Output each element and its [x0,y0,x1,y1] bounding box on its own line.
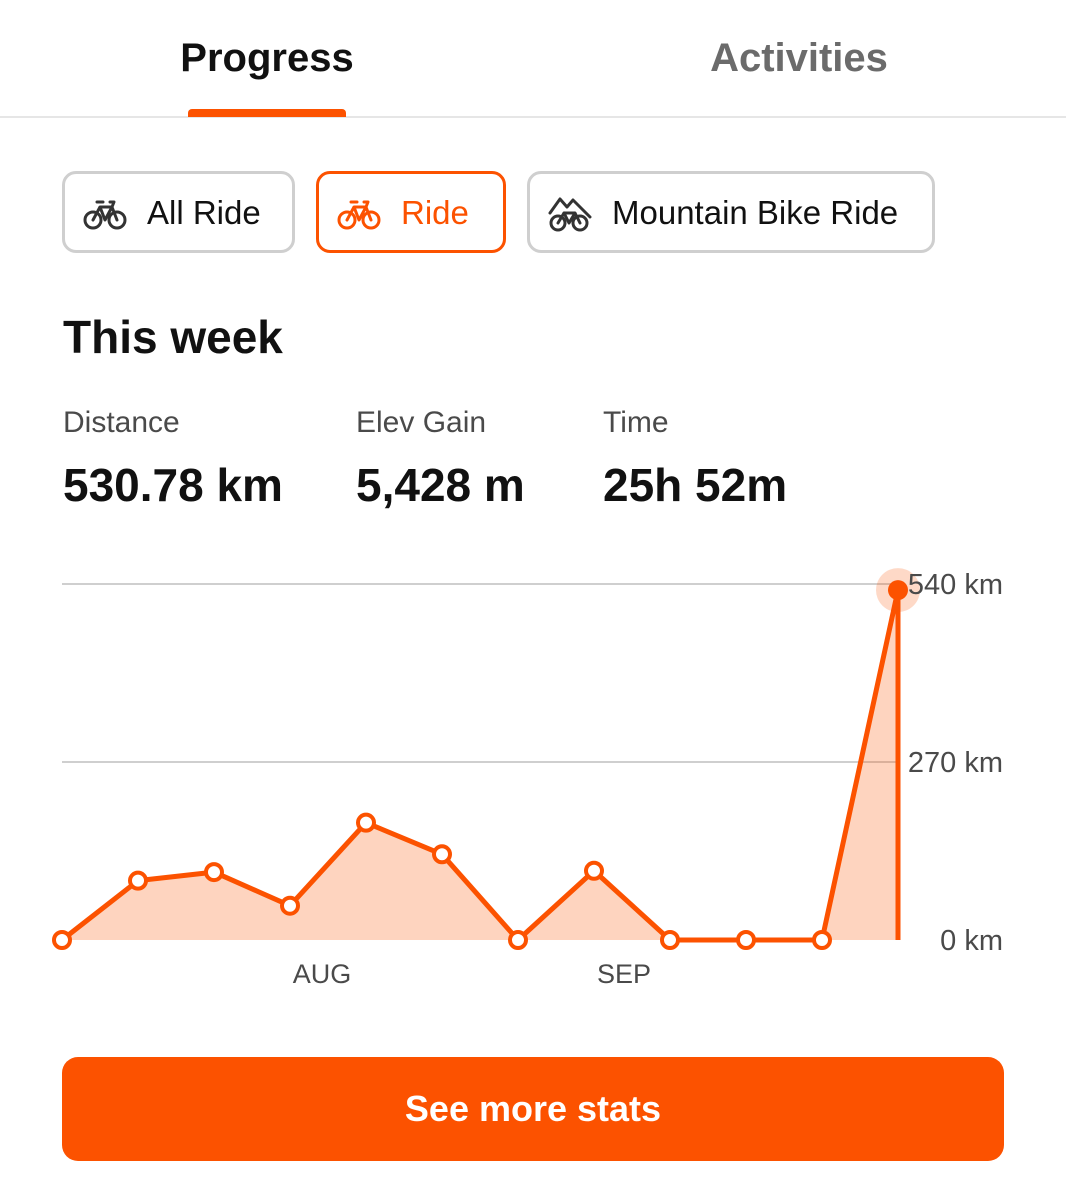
data-point [812,930,832,950]
tab-progress[interactable]: Progress [120,30,414,90]
x-tick-label: SEP [597,959,651,989]
filter-mountain-bike-ride-label: Mountain Bike Ride [612,194,899,231]
time-value: 25h 52m [603,459,788,511]
data-point [52,930,72,950]
filter-ride-button[interactable]: Ride [316,171,506,253]
time-label: Time [603,406,669,439]
y-tick-label: 270 km [908,747,1003,779]
data-point [432,844,452,865]
distance-value: 530.78 km [63,459,283,511]
filter-all-ride-label: All Ride [147,194,261,231]
tab-activities[interactable]: Activities [652,30,946,90]
elev-gain-label: Elev Gain [356,406,487,439]
distance-label: Distance [63,406,180,439]
x-tick-label: AUG [293,959,352,989]
data-point [508,930,528,950]
data-point [736,930,756,950]
data-point [584,860,604,881]
data-point [280,895,300,916]
data-point [356,812,376,833]
section-title: This week [63,311,283,363]
data-point [204,862,224,883]
filter-all-ride-button[interactable]: All Ride [62,171,295,253]
filter-mountain-bike-ride-button[interactable]: Mountain Bike Ride [527,171,935,253]
series-area [62,590,898,940]
filter-ride-label: Ride [401,194,469,231]
weekly-distance-chart[interactable]: 540 km 270 km 0 km AUG SEP [0,540,1066,1000]
data-point [660,930,680,950]
data-point-highlight [888,580,908,601]
y-tick-label: 540 km [908,569,1003,601]
bike-icon [83,200,127,230]
tab-bar: Progress Activities [0,0,1066,118]
mountain-bike-icon [548,197,592,232]
elev-gain-value: 5,428 m [356,459,525,511]
bike-icon [337,200,381,230]
data-point [128,870,148,891]
y-tick-label: 0 km [940,925,1003,957]
see-more-stats-button[interactable]: See more stats [62,1057,1004,1161]
active-tab-indicator [188,109,346,117]
